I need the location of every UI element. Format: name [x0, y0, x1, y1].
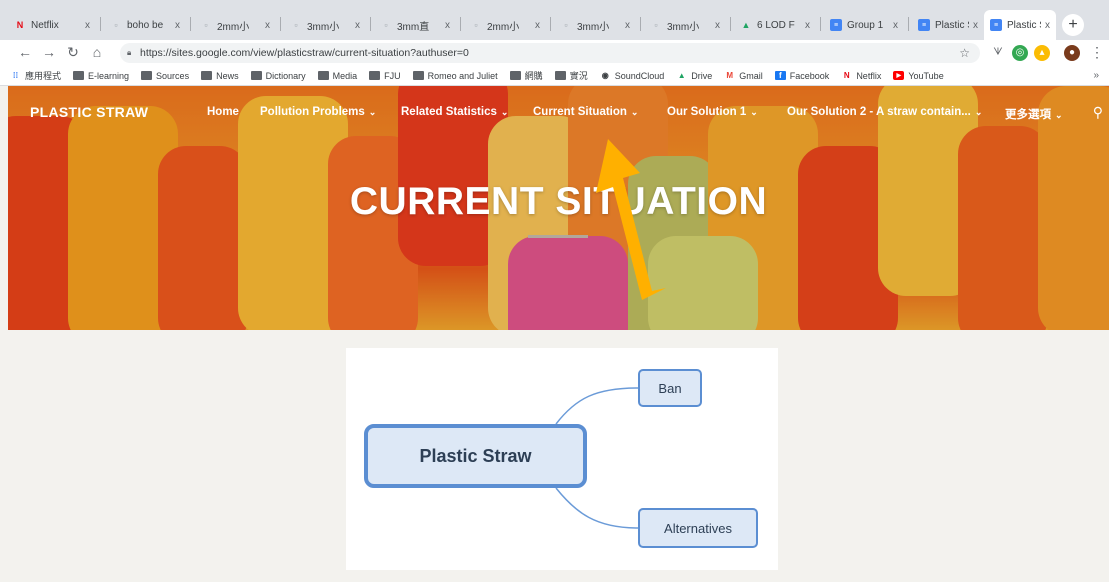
mind-map-node-alternatives: Alternatives [638, 508, 758, 548]
connector-ban [555, 387, 639, 425]
mind-map-diagram: Plastic Straw Ban Alternatives [346, 348, 778, 570]
arrow-shape [596, 139, 666, 300]
connector-alternatives [555, 487, 639, 529]
mind-map-root-node: Plastic Straw [364, 424, 587, 488]
mind-map-node-ban: Ban [638, 369, 702, 407]
